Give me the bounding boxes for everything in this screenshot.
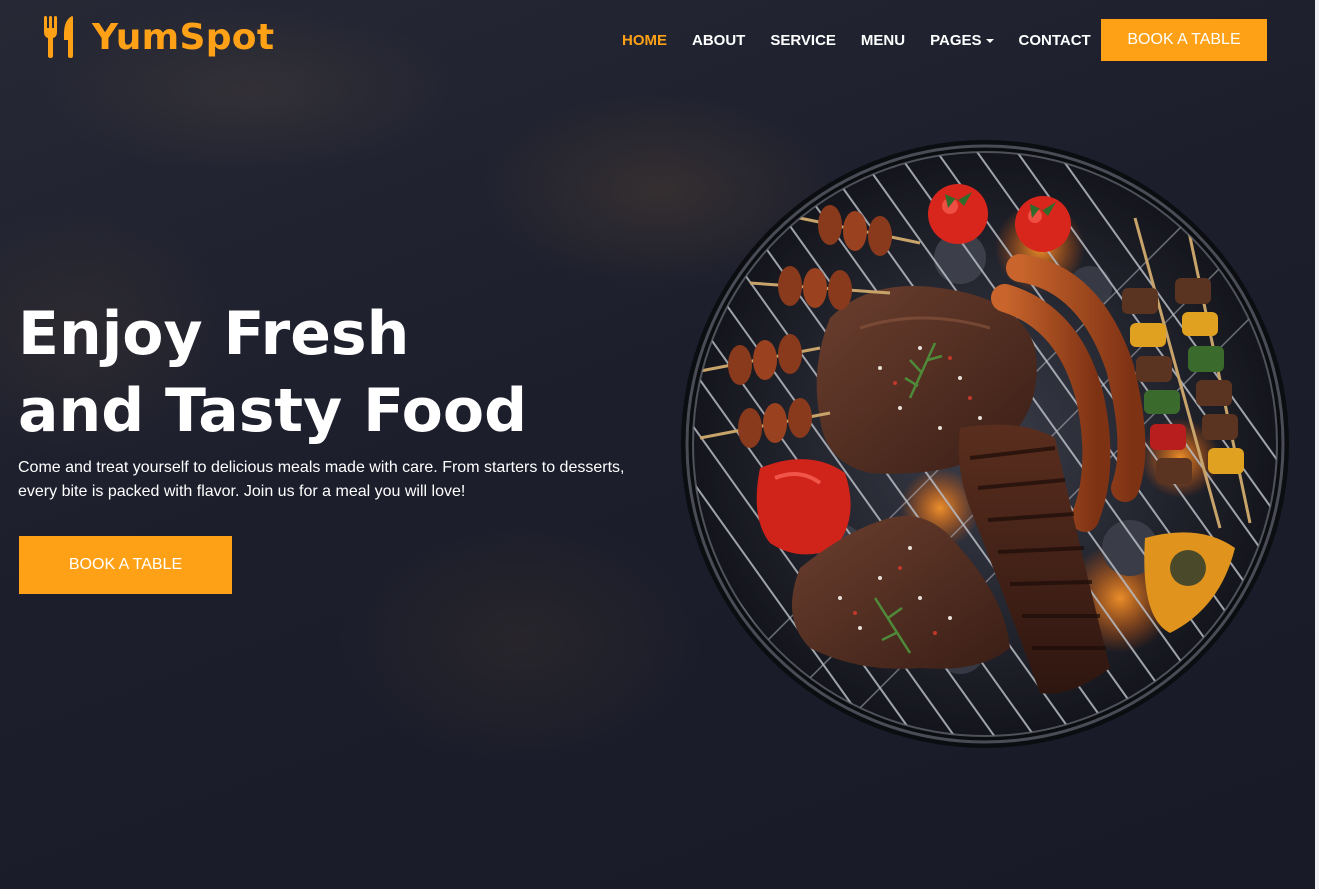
nav-home[interactable]: HOME — [622, 30, 667, 50]
book-table-nav-button[interactable]: BOOK A TABLE — [1101, 19, 1267, 61]
nav-links: HOME ABOUT SERVICE MENU PAGES CONTACT — [622, 30, 1116, 50]
nav-pages-dropdown[interactable]: PAGES — [930, 30, 994, 50]
nav-menu[interactable]: MENU — [861, 30, 905, 50]
hero-description-line2: every bite is packed with flavor. Join u… — [18, 483, 466, 500]
hero-title: Enjoy Fresh and Tasty Food — [18, 296, 618, 450]
hero-description: Come and treat yourself to delicious mea… — [18, 456, 658, 504]
hero-title-line2: and Tasty Food — [18, 376, 528, 446]
scrollbar[interactable] — [1315, 0, 1319, 889]
nav-contact[interactable]: CONTACT — [1019, 30, 1091, 50]
hero-title-line1: Enjoy Fresh — [18, 299, 410, 369]
utensils-icon — [44, 16, 73, 58]
brand-logo[interactable]: YumSpot — [42, 16, 274, 58]
nav-service[interactable]: SERVICE — [770, 30, 836, 50]
brand-name: YumSpot — [92, 16, 275, 58]
nav-about[interactable]: ABOUT — [692, 30, 745, 50]
hero-description-line1: Come and treat yourself to delicious mea… — [18, 459, 625, 476]
barbecue-grill-image — [681, 140, 1289, 748]
book-table-hero-button[interactable]: BOOK A TABLE — [19, 536, 232, 594]
navbar: YumSpot HOME ABOUT SERVICE MENU PAGES CO… — [0, 0, 1315, 80]
page: YumSpot HOME ABOUT SERVICE MENU PAGES CO… — [0, 0, 1319, 889]
caret-down-icon — [985, 38, 994, 43]
nav-pages-label: PAGES — [930, 31, 982, 49]
